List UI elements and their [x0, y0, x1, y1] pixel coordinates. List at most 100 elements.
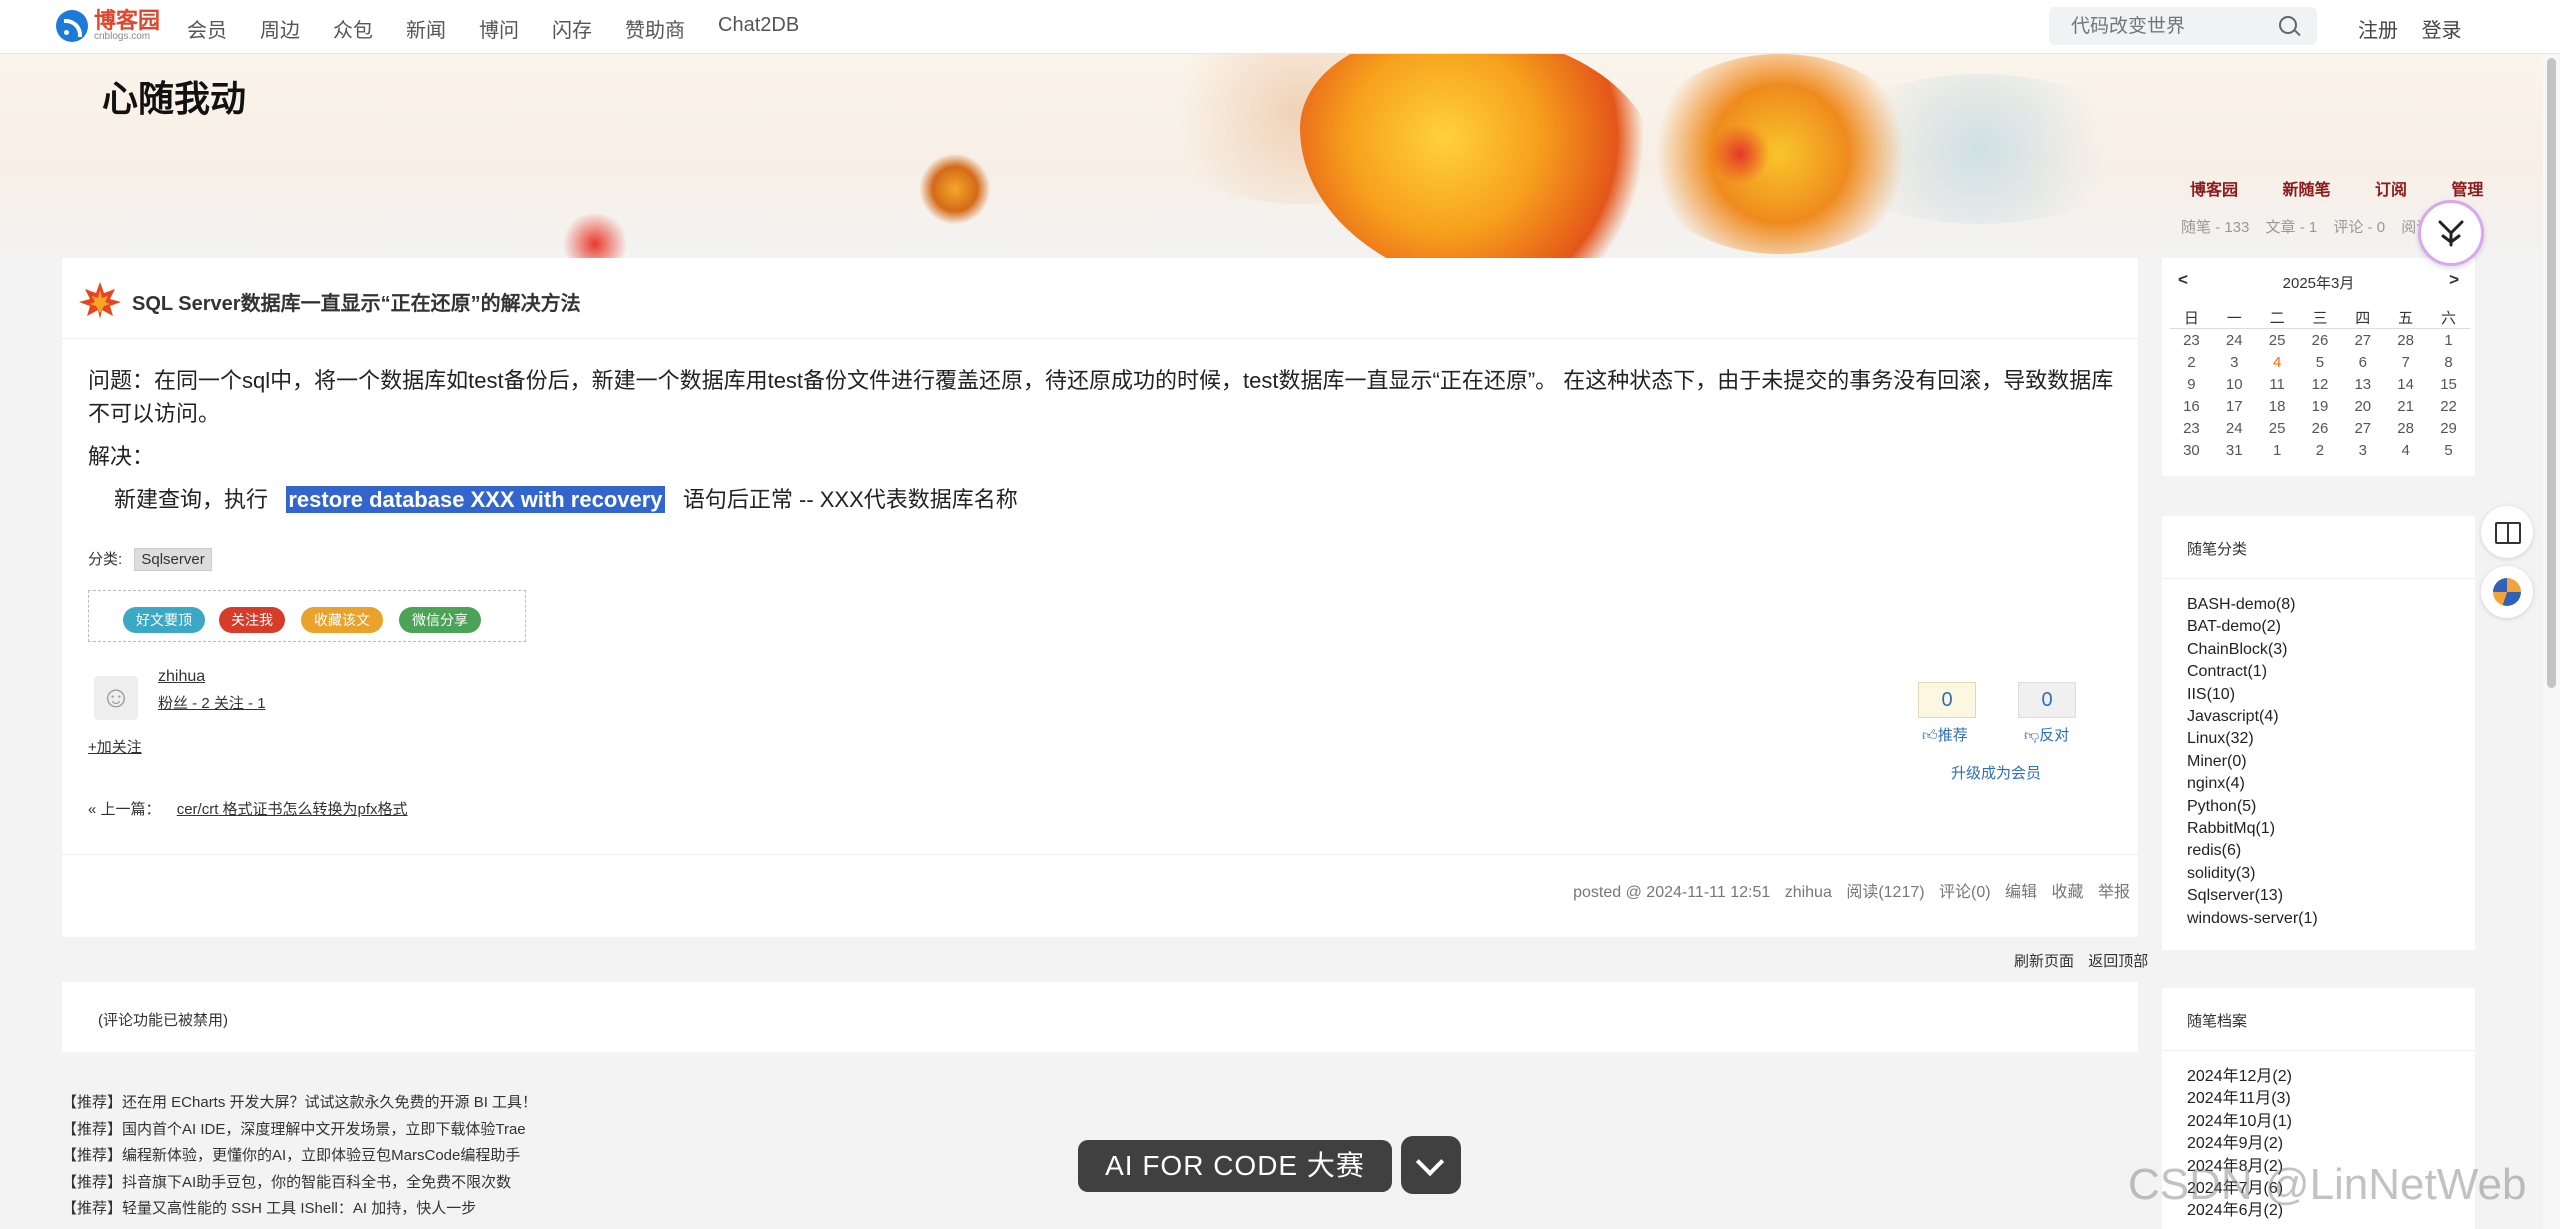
blog-nav-subscribe[interactable]: 订阅	[2375, 182, 2407, 199]
calendar-day: 28	[2397, 331, 2414, 349]
recommend-post-button[interactable]: 好文要顶	[123, 607, 205, 633]
post-solution-step: 新建查询，执行 restore database XXX with recove…	[88, 483, 2118, 516]
category-link[interactable]: ChainBlock(3)	[2187, 639, 2318, 661]
category-link[interactable]: Miner(0)	[2187, 751, 2318, 773]
calendar-day: 27	[2354, 419, 2372, 437]
archive-link[interactable]: 2024年11月(3)	[2187, 1088, 2292, 1110]
calendar-day: 18	[2268, 397, 2286, 415]
maple-leaf-decoration	[1640, 54, 1920, 254]
calendar-day: 11	[2269, 375, 2285, 393]
upgrade-member-link[interactable]: 升级成为会员	[1951, 762, 2041, 783]
nav-link-crowdsource[interactable]: 众包	[333, 14, 373, 43]
scrollbar-thumb[interactable]	[2547, 58, 2556, 688]
category-link[interactable]: Javascript(4)	[2187, 706, 2318, 728]
category-link[interactable]: BASH-demo(8)	[2187, 594, 2318, 616]
nav-link-merch[interactable]: 周边	[260, 14, 300, 43]
post-author-link[interactable]: zhihua	[1785, 884, 1832, 901]
ai-assistant-button[interactable]	[2418, 200, 2484, 266]
category-widget: 随笔分类 BASH-demo(8) BAT-demo(2) ChainBlock…	[2162, 516, 2475, 950]
reader-mode-button[interactable]	[2481, 506, 2533, 558]
category-link[interactable]: Python(5)	[2187, 796, 2318, 818]
post-meta: posted @ 2024-11-11 12:51 zhihua 阅读(1217…	[1563, 878, 2130, 902]
category-tag[interactable]: Sqlserver	[134, 548, 212, 571]
step-prefix: 新建查询，执行	[114, 487, 269, 512]
category-link[interactable]: windows-server(1)	[2187, 908, 2318, 930]
wechat-share-button[interactable]: 微信分享	[399, 607, 481, 633]
login-link[interactable]: 登录	[2422, 20, 2462, 42]
category-link[interactable]: RabbitMq(1)	[2187, 818, 2318, 840]
nav-link-flash[interactable]: 闪存	[552, 14, 592, 43]
calendar-day: 20	[2354, 397, 2372, 415]
calendar-week: 30 31 1 2 3 4 5	[2170, 439, 2470, 461]
promo-link[interactable]: 【推荐】编程新体验，更懂你的AI，立即体验豆包MarsCode编程助手	[62, 1143, 537, 1170]
register-link[interactable]: 注册	[2358, 20, 2398, 42]
archive-link[interactable]: 2024年9月(2)	[2187, 1133, 2292, 1155]
share-buttons-box: 好文要顶 关注我 收藏该文 微信分享	[88, 590, 526, 642]
nav-link-news[interactable]: 新闻	[406, 14, 446, 43]
site-logo[interactable]: 博客园 cnblogs.com	[56, 8, 160, 44]
calendar-day: 10	[2225, 375, 2243, 393]
calendar-day: 14	[2397, 375, 2414, 393]
category-link[interactable]: BAT-demo(2)	[2187, 616, 2318, 638]
nav-link-member[interactable]: 会员	[187, 14, 227, 43]
category-link[interactable]: Linux(32)	[2187, 728, 2318, 750]
recommend-label[interactable]: 👍︎推荐	[1922, 724, 1968, 745]
post-edit-link[interactable]: 编辑	[2005, 884, 2037, 901]
refresh-page-link[interactable]: 刷新页面	[2014, 953, 2074, 970]
promo-link[interactable]: 【推荐】轻量又高性能的 SSH 工具 IShell：AI 加持，快人一步	[62, 1196, 537, 1223]
back-to-top-link[interactable]: 返回顶部	[2088, 953, 2148, 970]
oppose-count[interactable]: 0	[2018, 682, 2076, 718]
post-title-row: SQL Server数据库一直显示“正在还原”的解决方法	[62, 258, 2138, 339]
post-report-link[interactable]: 举报	[2098, 884, 2130, 901]
nav-link-chat2db[interactable]: Chat2DB	[718, 14, 799, 43]
category-link[interactable]: IIS(10)	[2187, 684, 2318, 706]
category-link[interactable]: Sqlserver(13)	[2187, 885, 2318, 907]
recommend-count[interactable]: 0	[1918, 682, 1976, 718]
maple-leaf-decoration	[1300, 54, 1660, 260]
promo-link[interactable]: 【推荐】还在用 ECharts 开发大屏？试试这款永久免费的开源 BI 工具！	[62, 1090, 537, 1117]
nav-link-sponsors[interactable]: 赞助商	[625, 14, 685, 43]
author-follow-link[interactable]: 关注 - 1	[214, 695, 266, 712]
theme-button[interactable]	[2481, 566, 2533, 618]
code-snippet: restore database XXX with recovery	[286, 486, 665, 513]
blog-title[interactable]: 心随我动	[102, 70, 246, 122]
calendar-grid: 日 一 二 三 四 五 六 23 24 25 26 27 28 1 2345678 9 10 1…	[2170, 306, 2470, 461]
category-link[interactable]: redis(6)	[2187, 840, 2318, 862]
add-follow-link[interactable]: +加关注	[88, 736, 142, 757]
ai-contest-banner[interactable]: AI FOR CODE 大赛	[1078, 1140, 1392, 1192]
category-widget-title: 随笔分类	[2187, 541, 2248, 558]
avatar[interactable]: ☺	[94, 676, 138, 720]
promo-link[interactable]: 【推荐】抖音旗下AI助手豆包，你的智能百科全书，全免费不限次数	[62, 1170, 537, 1197]
blog-nav-home[interactable]: 博客园	[2190, 182, 2238, 199]
blog-nav: 博客园 新随笔 订阅 管理	[2190, 176, 2523, 200]
collapse-banner-button[interactable]	[1401, 1136, 1461, 1194]
search-icon[interactable]	[2279, 16, 2297, 34]
post-favorite-link[interactable]: 收藏	[2052, 884, 2084, 901]
calendar-day: 6	[2358, 353, 2367, 371]
archive-link[interactable]: 2024年10月(1)	[2187, 1111, 2292, 1133]
calendar-day: 31	[2225, 441, 2243, 459]
category-link[interactable]: Contract(1)	[2187, 661, 2318, 683]
blog-nav-admin[interactable]: 管理	[2451, 182, 2483, 199]
author-name-link[interactable]: zhihua	[158, 668, 205, 686]
author-fans-link[interactable]: 粉丝 - 2	[158, 695, 210, 712]
category-link[interactable]: solidity(3)	[2187, 863, 2318, 885]
favorite-post-button[interactable]: 收藏该文	[301, 607, 383, 633]
archive-link[interactable]: 2024年12月(2)	[2187, 1066, 2292, 1088]
search-input[interactable]	[2071, 16, 2271, 38]
nav-link-questions[interactable]: 博问	[479, 14, 519, 43]
page-scrollbar[interactable]	[2543, 0, 2560, 1229]
category-link[interactable]: nginx(4)	[2187, 773, 2318, 795]
promo-list: 【推荐】还在用 ECharts 开发大屏？试试这款永久免费的开源 BI 工具！ …	[62, 1090, 537, 1223]
post-title[interactable]: SQL Server数据库一直显示“正在还原”的解决方法	[132, 287, 581, 316]
blog-nav-new-post[interactable]: 新随笔	[2282, 182, 2330, 199]
oppose-label[interactable]: 👎︎反对	[2024, 724, 2069, 745]
calendar-month: 2025年3月	[2282, 275, 2355, 292]
follow-me-button[interactable]: 关注我	[219, 607, 285, 633]
promo-link[interactable]: 【推荐】国内首个AI IDE，深度理解中文开发场景，立即下载体验Trae	[62, 1117, 537, 1144]
calendar-next-button[interactable]: >	[2449, 270, 2459, 290]
search-box	[2049, 7, 2317, 45]
post-comments-link[interactable]: 评论(0)	[1939, 884, 1991, 901]
prev-post-link[interactable]: cer/crt 格式证书怎么转换为pfx格式	[177, 801, 408, 818]
calendar-day: 8	[2444, 353, 2453, 371]
